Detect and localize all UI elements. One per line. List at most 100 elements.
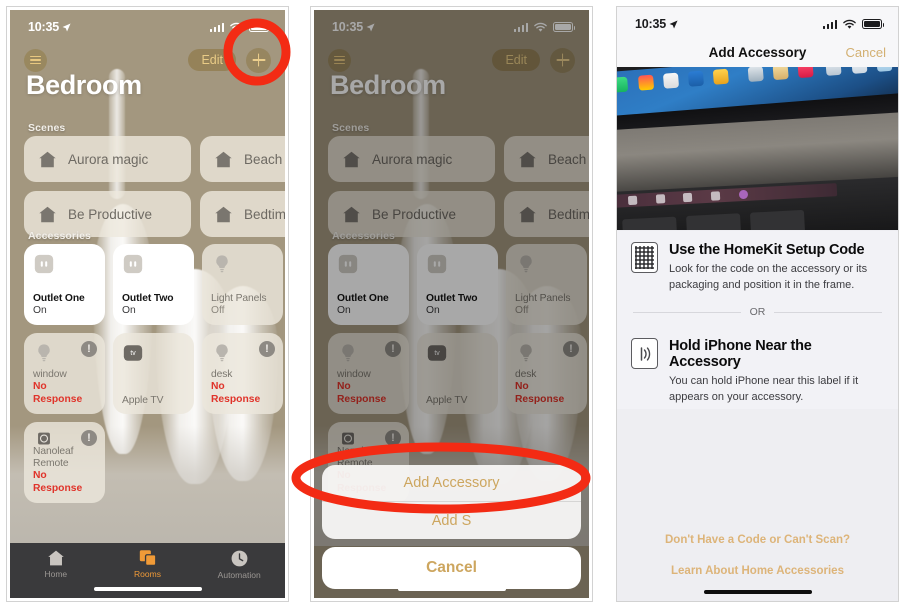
accessory-tile[interactable]: Outlet Two On <box>113 244 194 325</box>
keyboard-key <box>685 213 741 230</box>
camera-preview[interactable] <box>617 67 898 230</box>
dock-icon <box>637 74 654 92</box>
cancel-button[interactable]: Cancel <box>322 547 581 589</box>
accessory-tile[interactable]: Outlet One On <box>24 244 105 325</box>
modal-navigation-bar: Add Accessory Cancel <box>617 37 898 67</box>
bulb-icon <box>216 344 228 362</box>
dock-icon <box>772 67 789 81</box>
accessory-tile[interactable]: tv Apple TV <box>113 333 194 414</box>
screen-middle: 10:35 Edit Bedroom Scenes Aurora magic B… <box>314 10 589 598</box>
dock-icon <box>850 67 867 75</box>
cancel-button[interactable]: Cancel <box>846 45 886 60</box>
accessory-name: Light Panels <box>211 293 267 304</box>
home-indicator <box>93 587 202 591</box>
location-arrow-icon <box>669 20 678 28</box>
house-icon <box>215 151 232 167</box>
location-arrow-icon <box>62 23 71 31</box>
battery-icon <box>862 19 885 29</box>
dock-icon <box>797 67 814 79</box>
no-code-link[interactable]: Don't Have a Code or Can't Scan? <box>617 534 898 546</box>
setup-option-text: Hold iPhone Near the Accessory You can h… <box>669 338 884 405</box>
setup-option-body: You can hold iPhone near this label if i… <box>669 375 859 403</box>
status-bar: 10:35 <box>10 10 285 40</box>
accessory-name: desk <box>211 369 233 381</box>
or-divider: OR <box>617 297 898 327</box>
add-scene-sheet-item[interactable]: Add S <box>322 502 581 539</box>
accessory-tile[interactable]: ! desk No Response <box>202 333 283 414</box>
accessory-state: No Response <box>33 470 83 495</box>
scene-chip[interactable]: Aurora magic <box>24 136 191 182</box>
scene-label: Beach Wa <box>244 151 285 167</box>
tab-bar: Home Rooms Automation <box>10 543 285 598</box>
phone-screenshot-left: 10:35 Edit Bedroom Scenes Aurora magic B… <box>6 6 289 602</box>
outlet-icon <box>123 254 143 274</box>
accessory-state: No Response <box>211 381 261 406</box>
plus-icon[interactable] <box>246 47 271 73</box>
add-accessory-sheet-item[interactable]: Add Accessory <box>322 465 581 502</box>
edit-button[interactable]: Edit <box>188 49 236 71</box>
svg-text:tv: tv <box>130 350 136 357</box>
tab-label: Automation <box>217 570 261 580</box>
accessory-labels: window No Response <box>33 369 97 407</box>
dock-icon <box>712 69 729 86</box>
house-icon <box>39 151 56 167</box>
accessory-state: On <box>122 305 136 317</box>
phone-screenshot-middle: 10:35 Edit Bedroom Scenes Aurora magic B… <box>310 6 593 602</box>
accessories-section-label: Accessories <box>28 230 91 242</box>
action-sheet: Add Accessory Add S Cancel <box>322 465 581 589</box>
status-time: 10:35 <box>28 20 59 34</box>
scene-chip[interactable]: Bedtime <box>200 191 285 237</box>
setup-option[interactable]: Use the HomeKit Setup Code Look for the … <box>617 231 898 297</box>
accessory-labels: desk No Response <box>211 369 275 407</box>
accessory-tile[interactable]: ! window No Response <box>24 333 105 414</box>
touchbar-key-icon <box>682 192 693 203</box>
accessory-tile[interactable]: Light Panels Off <box>202 244 283 325</box>
scene-label: Aurora magic <box>68 151 149 167</box>
setup-options-card: Use the HomeKit Setup Code Look for the … <box>617 231 898 410</box>
accessory-state: No Response <box>33 381 83 406</box>
dock-icon <box>825 67 842 77</box>
accessory-name: window <box>33 369 67 381</box>
dock-icon <box>662 72 679 90</box>
tab-rooms[interactable]: Rooms <box>102 549 194 579</box>
accessory-name: Outlet Two <box>122 293 174 304</box>
accessory-state: On <box>33 305 47 317</box>
home-indicator <box>703 590 812 594</box>
dock-icon <box>875 67 892 73</box>
tab-home[interactable]: Home <box>10 549 102 579</box>
list-menu-icon[interactable] <box>24 48 47 72</box>
accessory-tile[interactable]: ! Nanoleaf Remote No Response <box>24 422 105 503</box>
learn-more-link[interactable]: Learn About Home Accessories <box>617 565 898 577</box>
screen-right: 10:35 Add Accessory Cancel Use the HomeK… <box>617 7 898 601</box>
keyboard-key <box>621 217 677 230</box>
nfc-tag-icon <box>631 338 658 370</box>
home-indicator <box>397 587 506 591</box>
scene-label: Bedtime <box>244 206 285 222</box>
accessory-labels: Nanoleaf Remote No Response <box>33 446 97 496</box>
tab-automation[interactable]: Automation <box>193 549 285 580</box>
status-bar: 10:35 <box>617 7 898 37</box>
accessory-name: Nanoleaf Remote <box>33 446 74 470</box>
page-title: Bedroom <box>26 70 142 100</box>
wifi-icon <box>843 19 856 29</box>
tab-label: Home <box>44 569 68 579</box>
screen-left: 10:35 Edit Bedroom Scenes Aurora magic B… <box>10 10 285 598</box>
house-icon <box>39 206 56 222</box>
accessory-labels: Outlet One On <box>33 293 97 318</box>
scenes-section-label: Scenes <box>28 122 66 134</box>
status-bar-left: 10:35 <box>28 20 71 34</box>
battery-icon <box>249 22 272 32</box>
bulb-icon <box>38 344 50 362</box>
setup-option-heading: Use the HomeKit Setup Code <box>669 242 865 258</box>
dock-icon <box>747 67 764 83</box>
setup-option[interactable]: Hold iPhone Near the Accessory You can h… <box>617 327 898 409</box>
footer-links: Don't Have a Code or Can't Scan? Learn A… <box>617 534 898 577</box>
scene-chip[interactable]: Beach Wa <box>200 136 285 182</box>
warning-badge-icon: ! <box>81 341 97 357</box>
nanoleaf-icon <box>38 432 50 445</box>
accessory-name: Outlet One <box>33 293 85 304</box>
touchbar-key-icon <box>710 191 720 201</box>
automation-icon <box>231 550 248 567</box>
setup-option-body: Look for the code on the accessory or it… <box>669 263 868 291</box>
cellular-signal-icon <box>209 22 224 32</box>
